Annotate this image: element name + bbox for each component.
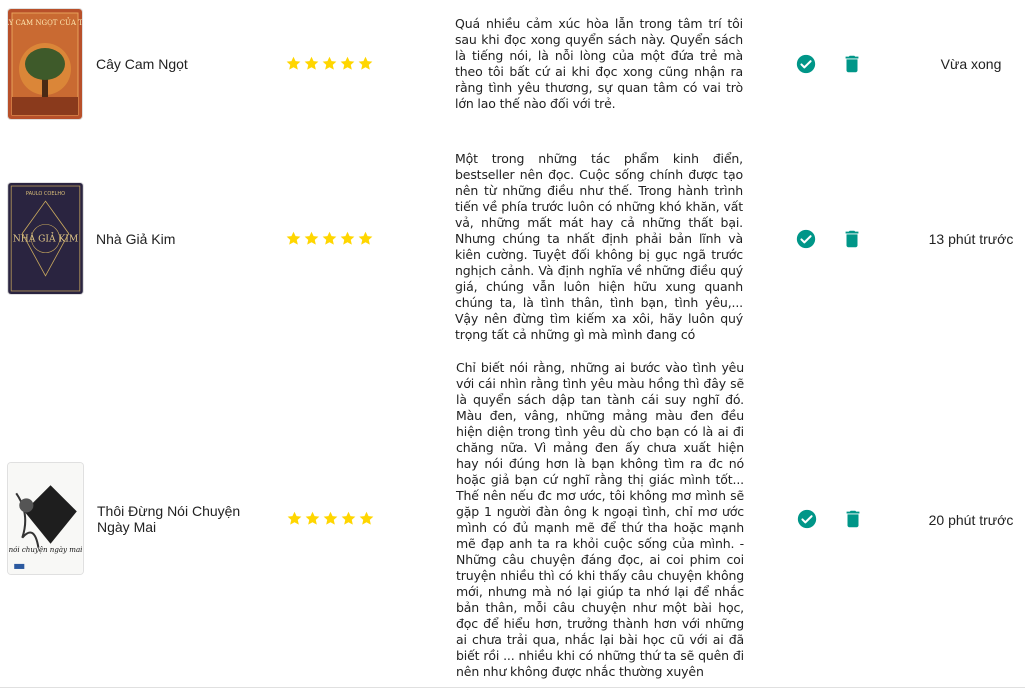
star-icon [340,56,355,70]
check-circle-icon [796,229,816,249]
review-row: CÂY CAM NGỌT CỦA TÔI Cây Cam Ngọt Quá nh… [0,0,1025,130]
list-divider [0,687,1025,688]
review-time: 13 phút trước [928,231,1014,247]
approve-button[interactable] [795,228,817,250]
star-icon [358,231,373,245]
review-text: Chỉ biết nói rằng, những ai bước vào tìn… [456,360,744,679]
review-row: PAULO COELHO NHÀ GIẢ KIM Nhà Giả Kim Một… [0,130,1025,350]
review-time: Vừa xong [940,56,1002,72]
approve-button[interactable] [796,508,818,530]
delete-button[interactable] [841,53,863,75]
review-text: Một trong những tác phẩm kinh điển, best… [455,151,743,342]
star-icon [286,56,301,70]
star-rating [285,230,377,250]
book-cover[interactable]: PAULO COELHO NHÀ GIẢ KIM [8,183,83,294]
trash-icon [845,55,859,73]
star-rating [285,55,377,75]
star-icon [322,231,337,245]
check-circle-icon [797,509,817,529]
book-cover-image: PAULO COELHO NHÀ GIẢ KIM [8,183,83,294]
star-icon [305,511,320,525]
book-title: Nhà Giả Kim [96,231,176,247]
approve-button[interactable] [795,53,817,75]
delete-button[interactable] [841,228,863,250]
star-icon [359,511,374,525]
book-cover[interactable]: CÂY CAM NGỌT CỦA TÔI [8,9,82,119]
review-text: Quá nhiều cảm xúc hòa lẫn trong tâm trí … [455,16,743,111]
book-cover-image: nói chuyện ngày mai [8,463,83,574]
star-icon [304,56,319,70]
review-time: 20 phút trước [928,512,1014,528]
book-cover-image: CÂY CAM NGỌT CỦA TÔI [8,9,82,119]
delete-button[interactable] [842,508,864,530]
star-icon [286,231,301,245]
review-row: nói chuyện ngày mai Thôi Đừng Nói Chuyện… [0,350,1025,687]
trash-icon [846,510,860,528]
book-title: Thôi Đừng Nói Chuyện Ngày Mai [97,503,241,535]
star-icon [323,511,338,525]
cover-title: CÂY CAM NGỌT CỦA TÔI [8,17,82,27]
check-circle-icon [796,54,816,74]
star-icon [322,56,337,70]
book-title: Cây Cam Ngọt [96,56,188,72]
cover-title: nói chuyện ngày mai [9,545,83,554]
book-cover[interactable]: nói chuyện ngày mai [8,463,83,574]
star-icon [287,511,302,525]
star-icon [341,511,356,525]
star-icon [304,231,319,245]
star-rating [286,510,378,530]
trash-icon [845,230,859,248]
star-icon [358,56,373,70]
cover-author: PAULO COELHO [26,191,65,197]
star-icon [340,231,355,245]
